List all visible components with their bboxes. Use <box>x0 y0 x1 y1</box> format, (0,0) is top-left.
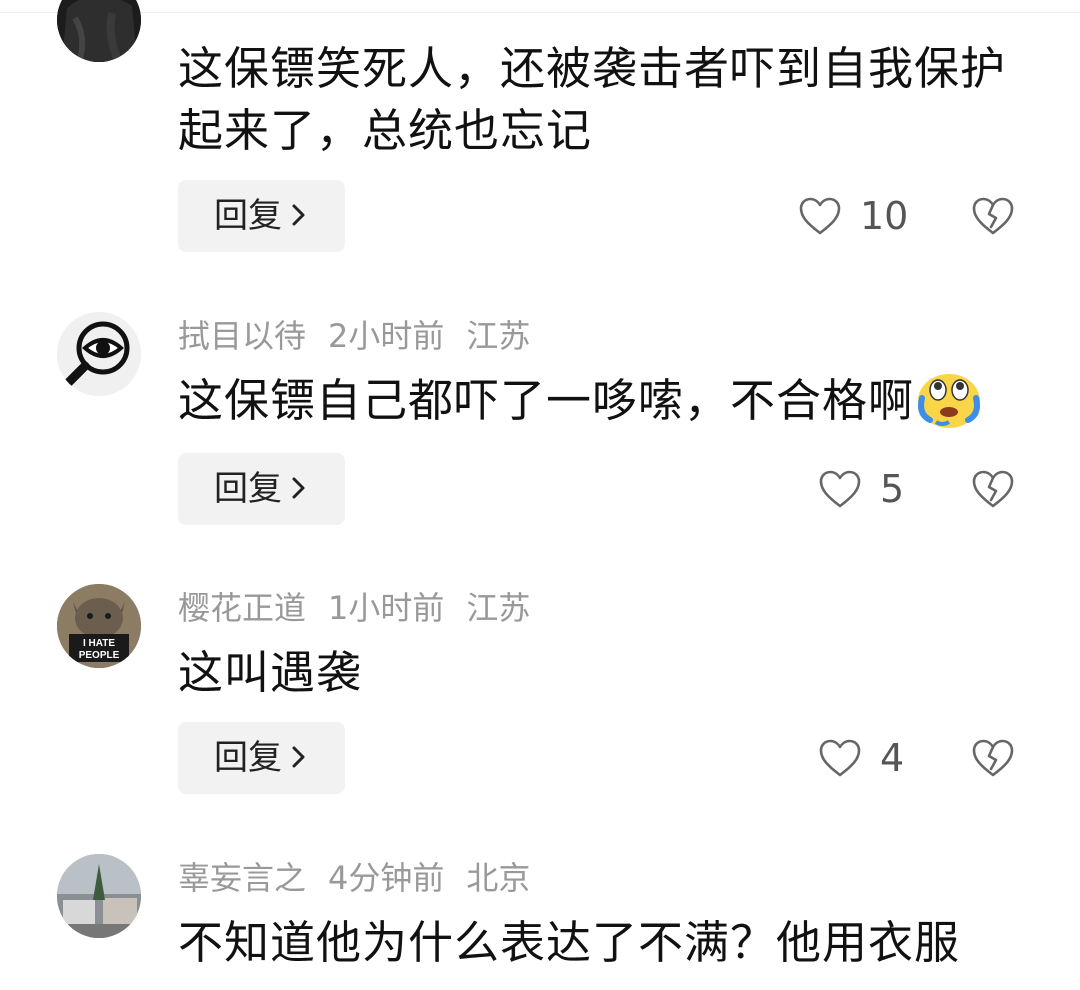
avatar-image <box>57 0 141 62</box>
avatar[interactable] <box>57 312 141 396</box>
avatar[interactable] <box>57 0 141 62</box>
timestamp: 2小时前 <box>328 317 445 355</box>
reply-label: 回复 <box>214 196 282 236</box>
broken-heart-icon[interactable] <box>970 195 1016 237</box>
comment-item: I HATE PEOPLE 樱花正道 1小时前 江苏 这叫遇袭 回复 4 <box>0 570 1080 820</box>
location: 北京 <box>466 859 531 897</box>
avatar[interactable] <box>57 854 141 938</box>
reply-button[interactable]: 回复 <box>178 722 345 794</box>
broken-heart-icon[interactable] <box>970 737 1016 779</box>
comment-item: 这保镖笑死人，还被袭击者吓到自我保护起来了，总统也忘记 回复 10 <box>0 0 1080 280</box>
comment-meta: 拭目以待 2小时前 江苏 <box>178 316 552 356</box>
chevron-right-icon <box>292 477 305 498</box>
reply-label: 回复 <box>214 738 282 778</box>
heart-outline-icon <box>819 470 861 508</box>
comment-text: 这保镖自己都吓了一哆嗦，不合格啊 <box>178 370 1018 434</box>
chevron-right-icon <box>292 204 305 225</box>
svg-text:I HATE: I HATE <box>83 638 115 649</box>
timestamp: 4分钟前 <box>328 859 445 897</box>
chevron-right-icon <box>292 746 305 767</box>
like-button[interactable]: 5 <box>818 459 904 519</box>
comment-text: 这保镖笑死人，还被袭击者吓到自我保护起来了，总统也忘记 <box>178 42 1007 157</box>
comment-meta: 樱花正道 1小时前 江苏 <box>178 588 552 628</box>
like-count: 10 <box>860 194 909 238</box>
username[interactable]: 辜妄言之 <box>178 859 306 897</box>
comment-item: 拭目以待 2小时前 江苏 这保镖自己都吓了一哆嗦，不合格啊 回复 5 <box>0 300 1080 550</box>
like-button[interactable]: 10 <box>798 186 908 246</box>
eye-magnifier-avatar <box>57 312 141 396</box>
cat-avatar: I HATE PEOPLE <box>57 584 141 668</box>
location: 江苏 <box>466 317 531 355</box>
building-avatar <box>57 854 141 938</box>
reply-button[interactable]: 回复 <box>178 180 345 252</box>
heart-outline-icon <box>799 197 841 235</box>
like-count: 4 <box>880 736 905 780</box>
comment-text-content: 这保镖自己都吓了一哆嗦，不合格啊 <box>178 374 915 427</box>
heart-outline-icon <box>819 739 861 777</box>
like-count: 5 <box>880 467 905 511</box>
comment-text: 不知道他为什么表达了不满？他用衣服 <box>178 916 961 969</box>
svg-text:PEOPLE: PEOPLE <box>79 650 120 661</box>
comment-meta: 辜妄言之 4分钟前 北京 <box>178 858 552 898</box>
like-button[interactable]: 4 <box>818 728 904 788</box>
reply-label: 回复 <box>214 469 282 509</box>
comment-item: 辜妄言之 4分钟前 北京 不知道他为什么表达了不满？他用衣服 <box>0 840 1080 990</box>
username[interactable]: 樱花正道 <box>178 589 306 627</box>
location: 江苏 <box>466 589 531 627</box>
crying-emoji-icon <box>918 374 981 428</box>
timestamp: 1小时前 <box>328 589 445 627</box>
username[interactable]: 拭目以待 <box>178 317 306 355</box>
comment-text: 这叫遇袭 <box>178 646 363 699</box>
reply-button[interactable]: 回复 <box>178 453 345 525</box>
broken-heart-icon[interactable] <box>970 468 1016 510</box>
avatar[interactable]: I HATE PEOPLE <box>57 584 141 668</box>
